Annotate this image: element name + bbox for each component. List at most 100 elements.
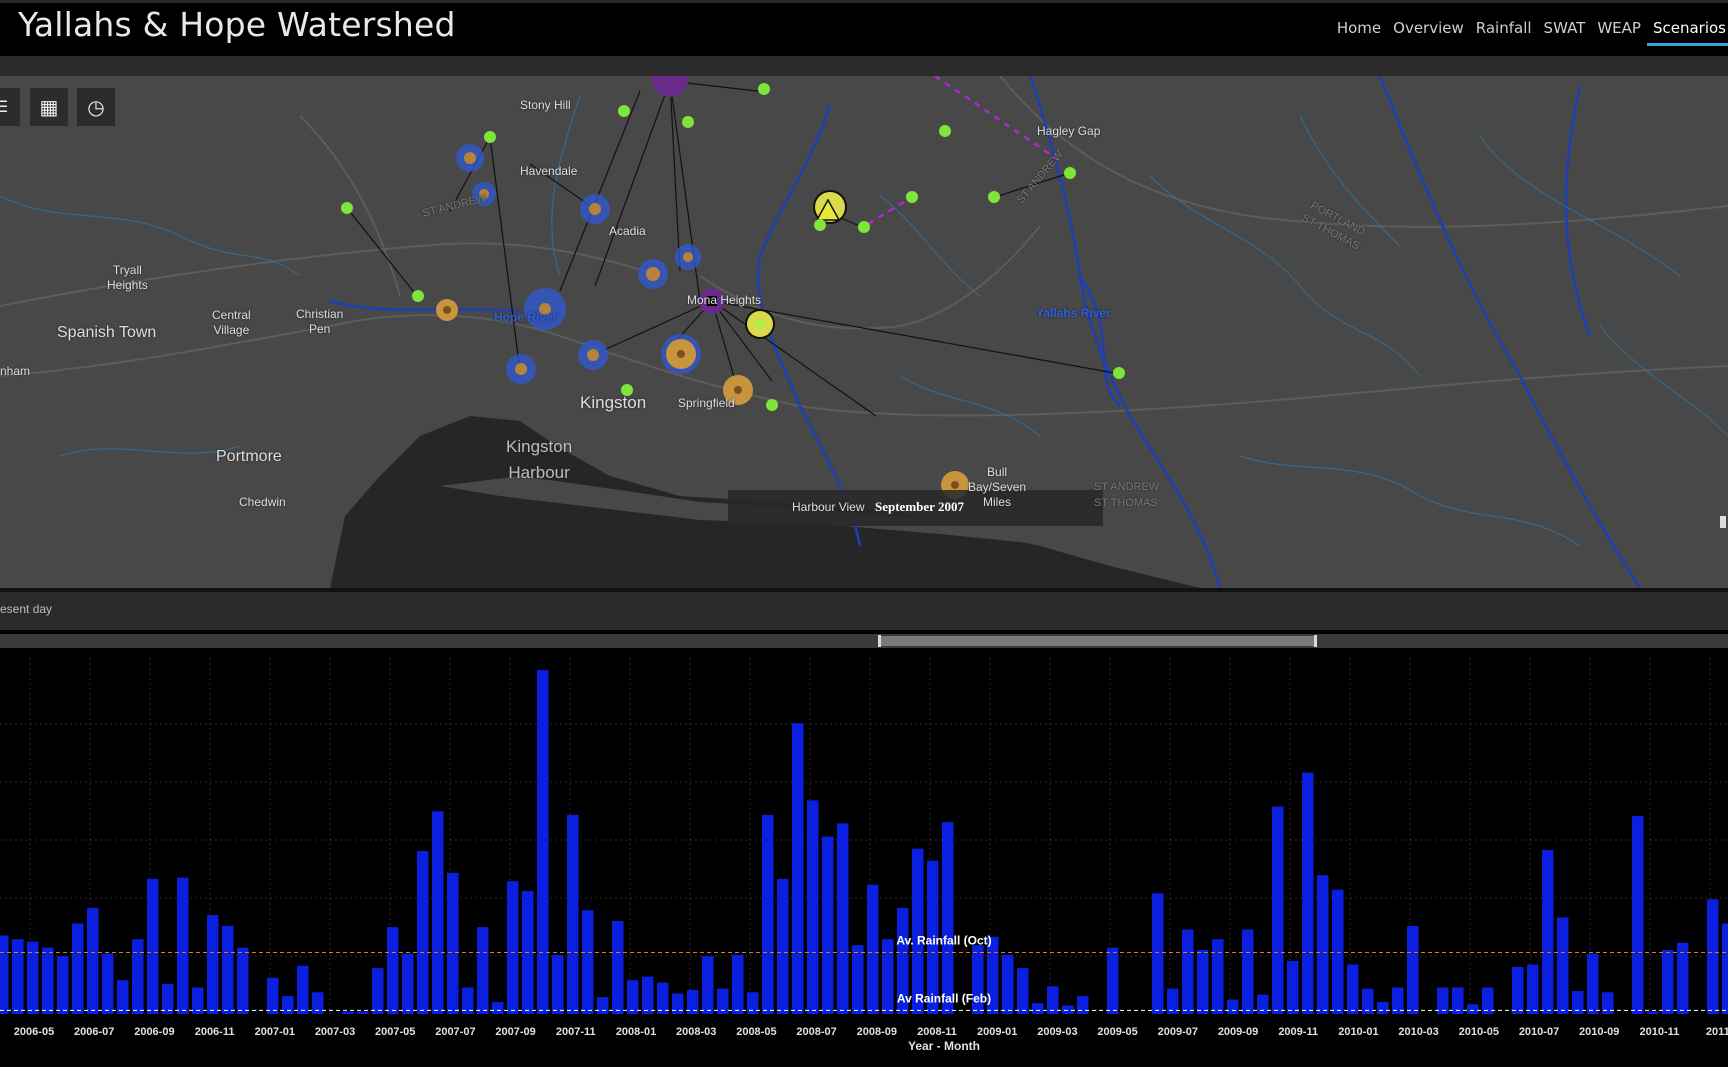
- place-label: Hagley Gap: [1037, 124, 1101, 138]
- rainfall-chart: Av. Rainfall (Oct) Av Rainfall (Feb) 2006-…: [0, 648, 1728, 1062]
- place-label: Harbour View: [792, 500, 865, 514]
- chart-bar: [627, 980, 639, 1014]
- time-range-slider[interactable]: [0, 634, 1728, 648]
- chart-bar: [1062, 1005, 1074, 1014]
- chart-bar: [1302, 772, 1314, 1014]
- chart-bar: [852, 945, 864, 1014]
- chart-bar: [117, 980, 129, 1014]
- chart-bar: [1077, 995, 1089, 1014]
- chart-bar: [1542, 849, 1554, 1014]
- tooltip-date: September 2007: [875, 499, 964, 514]
- menu-icon: ☰: [0, 99, 9, 116]
- slider-handle-right[interactable]: [1314, 635, 1317, 647]
- chart-bar: [447, 872, 459, 1014]
- main-nav: Home Overview Rainfall SWAT WEAP Scenari…: [1331, 17, 1728, 46]
- place-label: Acadia: [609, 224, 646, 238]
- x-tick-label: 2007-05: [375, 1026, 415, 1038]
- chart-bar: [1152, 893, 1164, 1014]
- chart-bar: [1347, 964, 1359, 1014]
- place-label: Spanish Town: [57, 324, 157, 341]
- x-tick-label: 2008-05: [736, 1026, 776, 1038]
- place-label: Stony Hill: [520, 98, 571, 112]
- nav-swat[interactable]: SWAT: [1538, 17, 1592, 43]
- place-label: Kingston: [580, 393, 647, 412]
- x-tick-label: 2008-01: [616, 1026, 656, 1038]
- nav-overview[interactable]: Overview: [1387, 17, 1470, 43]
- chart-bar: [1182, 929, 1194, 1014]
- chart-bar: [807, 800, 819, 1014]
- parish-label: ST ANDREW: [1094, 481, 1160, 493]
- map-tooltip: Harbour View September 2007: [728, 490, 1103, 526]
- chart-bar: [792, 723, 804, 1014]
- slider-range[interactable]: [878, 635, 1317, 647]
- chart-bar: [672, 993, 684, 1014]
- chart-bar: [1017, 968, 1029, 1014]
- chart-bar: [1002, 954, 1014, 1014]
- x-tick-label: 2007-09: [495, 1026, 535, 1038]
- x-tick-label: 2008-11: [917, 1026, 957, 1038]
- chart-bar: [222, 925, 234, 1014]
- harbour-label: Kingston Harbour: [506, 437, 573, 482]
- chart-bar: [342, 1011, 354, 1014]
- status-text: esent day: [0, 602, 53, 616]
- x-tick-label: 2011-: [1706, 1026, 1728, 1038]
- chart-bar: [1587, 953, 1599, 1014]
- map-btn-grid[interactable]: ▦: [30, 88, 68, 126]
- map-btn-history[interactable]: ◷: [77, 88, 115, 126]
- chart-bar: [597, 997, 609, 1014]
- chart-bar: [867, 884, 879, 1014]
- chart-bar: [87, 907, 99, 1014]
- place-label: Havendale: [520, 164, 578, 178]
- x-tick-label: 2010-01: [1338, 1026, 1378, 1038]
- nav-home[interactable]: Home: [1331, 17, 1387, 43]
- chart-bar: [642, 976, 654, 1014]
- chart-bar: [237, 947, 249, 1014]
- chart-bar: [1227, 999, 1239, 1014]
- chart-bar: [477, 927, 489, 1014]
- x-tick-label: 2006-05: [14, 1026, 54, 1038]
- place-label: Central Village: [212, 308, 251, 337]
- chart-bar: [1212, 939, 1224, 1014]
- place-label: Bull Bay/Seven Miles: [968, 465, 1027, 509]
- watershed-map[interactable]: ☰ ▦ ◷ Stony Hill Havendale Acadia Hagley…: [0, 76, 1728, 588]
- chart-bar: [582, 910, 594, 1014]
- reference-line-label: Av Rainfall (Feb): [897, 991, 991, 1005]
- chart-bar: [777, 878, 789, 1014]
- parish-label: ST THOMAS: [1094, 497, 1158, 509]
- x-tick-label: 2009-05: [1097, 1026, 1137, 1038]
- place-label: Portmore: [216, 448, 282, 465]
- slider-handle-left[interactable]: [878, 635, 881, 647]
- chart-bar: [657, 982, 669, 1014]
- x-tick-label: 2009-09: [1218, 1026, 1258, 1038]
- nav-weap[interactable]: WEAP: [1591, 17, 1647, 43]
- chart-bar: [537, 670, 549, 1014]
- chart-bar: [417, 851, 429, 1014]
- nav-rainfall[interactable]: Rainfall: [1470, 17, 1538, 43]
- chart-bar: [822, 836, 834, 1014]
- map-btn-menu[interactable]: ☰: [0, 88, 20, 126]
- chart-bar: [102, 953, 114, 1014]
- chart-bar: [1317, 875, 1329, 1014]
- reference-line-label: Av. Rainfall (Oct): [896, 933, 991, 947]
- river-label: Yallahs River: [1036, 306, 1111, 320]
- chart-bar: [57, 956, 69, 1014]
- chart-bar: [492, 1001, 504, 1014]
- chart-bar: [0, 935, 9, 1014]
- top-bar: Yallahs & Hope Watershed Home Overview R…: [0, 0, 1728, 56]
- chart-bar: [387, 927, 399, 1014]
- chart-bar: [267, 977, 279, 1014]
- chart-bar: [1107, 947, 1119, 1014]
- x-tick-label: 2006-07: [74, 1026, 114, 1038]
- chart-bar: [912, 848, 924, 1014]
- rainfall-chart-svg: Av. Rainfall (Oct) Av Rainfall (Feb) 2006-…: [0, 658, 1728, 1053]
- chart-bar: [12, 939, 24, 1014]
- chart-bar: [1287, 960, 1299, 1014]
- chart-bar: [1707, 899, 1719, 1014]
- history-icon: ◷: [87, 96, 105, 119]
- chart-bar: [1677, 942, 1689, 1014]
- chart-bar: [762, 814, 774, 1014]
- chart-bar: [1647, 1011, 1659, 1014]
- chart-bar: [432, 811, 444, 1014]
- nav-scenarios[interactable]: Scenarios: [1646, 17, 1728, 46]
- chart-bar: [1242, 929, 1254, 1014]
